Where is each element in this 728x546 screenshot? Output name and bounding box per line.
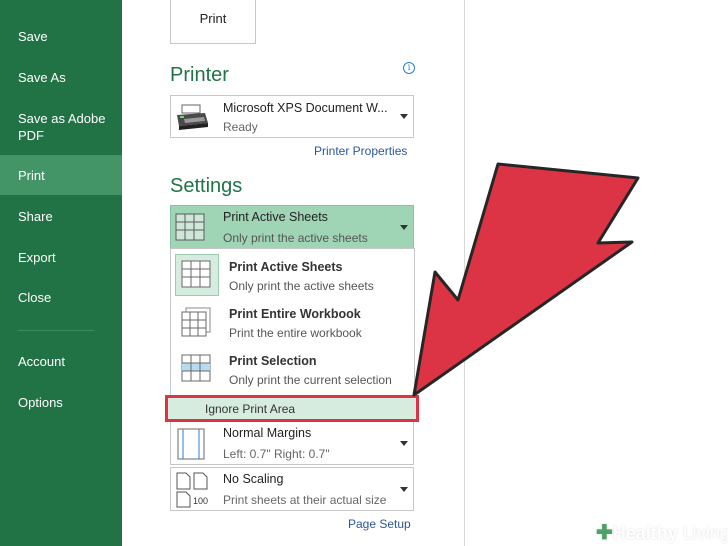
- watermark-bold: Healthy: [612, 523, 678, 543]
- healthy-living-watermark: ✚Healthy Living: [596, 520, 728, 545]
- plus-icon: ✚: [596, 522, 613, 544]
- red-arrow-annotation: [412, 162, 640, 397]
- watermark-thin: Living: [677, 523, 728, 543]
